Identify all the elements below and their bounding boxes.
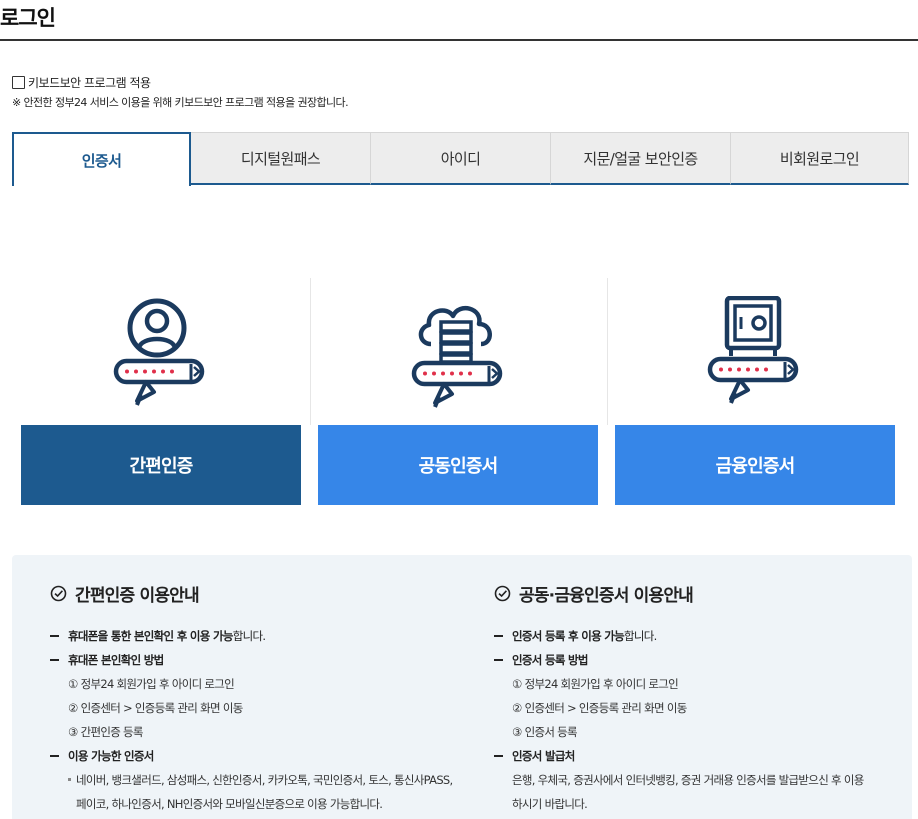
guide-issuer-text-cont: 하시기 바랍니다. [512, 797, 588, 811]
keyboard-security-notice: ※ 안전한 정부24 서비스 이용을 위해 키보드보안 프로그램 적용을 권장합… [12, 96, 349, 109]
guide-item: 인증서 등록 방법 [494, 648, 914, 672]
tab-certificate[interactable]: 인증서 [12, 132, 191, 186]
tab-biometric[interactable]: 지문/얼굴 보안인증 [551, 132, 731, 185]
login-method-tabs: 인증서 디지털원패스 아이디 지문/얼굴 보안인증 비회원로그인 [12, 132, 909, 186]
simple-auth-button[interactable]: 간편인증 [21, 425, 301, 505]
guide-item: 휴대폰을 통한 본인확인 후 이용 가능합니다. [50, 624, 470, 648]
certificate-guide: 공동·금융인증서 이용안내 인증서 등록 후 이용 가능합니다. 인증서 등록 … [494, 581, 914, 816]
keyboard-security-label: 키보드보안 프로그램 적용 [28, 76, 151, 90]
guide-issuer-text: 은행, 우체국, 증권사에서 인터넷뱅킹, 증권 거래용 인증서를 발급받으신 … [512, 773, 864, 787]
guide-item: 이용 가능한 인증서 [50, 744, 470, 768]
guide-step: ① 정부24 회원가입 후 아이디 로그인 [512, 677, 679, 691]
dash-marker [494, 635, 503, 637]
bullet-marker [68, 778, 71, 781]
guide-step: ③ 간편인증 등록 [68, 725, 144, 739]
financial-certificate-button[interactable]: 금융인증서 [615, 425, 895, 505]
guide-step: ② 인증센터 > 인증등록 관리 화면 이동 [68, 701, 243, 715]
tab-id[interactable]: 아이디 [371, 132, 551, 185]
guide-cert-list: 네이버, 뱅크샐러드, 삼성패스, 신한인증서, 카카오톡, 국민인증서, 토스… [50, 768, 470, 792]
title-divider [0, 39, 918, 41]
guide-step: ② 인증센터 > 인증등록 관리 화면 이동 [512, 701, 687, 715]
usage-guide-panel: 간편인증 이용안내 휴대폰을 통한 본인확인 후 이용 가능합니다. 휴대폰 본… [12, 555, 912, 819]
card-divider [607, 278, 608, 425]
safe-icon [707, 296, 799, 404]
tab-digital-onepass[interactable]: 디지털원패스 [191, 132, 371, 185]
simple-auth-guide: 간편인증 이용안내 휴대폰을 통한 본인확인 후 이용 가능합니다. 휴대폰 본… [50, 581, 470, 816]
card-divider [310, 278, 311, 425]
dash-marker [494, 755, 503, 757]
dash-marker [50, 755, 59, 757]
guide-step: ① 정부24 회원가입 후 아이디 로그인 [68, 677, 235, 691]
dash-marker [494, 659, 503, 661]
cloud-server-icon [411, 305, 503, 408]
joint-certificate-button[interactable]: 공동인증서 [318, 425, 598, 505]
guide-item: 휴대폰 본인확인 방법 [50, 648, 470, 672]
keyboard-security-option[interactable]: 키보드보안 프로그램 적용 [12, 74, 151, 91]
guide-title: 간편인증 이용안내 [75, 586, 200, 606]
check-circle-icon [50, 585, 67, 602]
guide-item: 인증서 등록 후 이용 가능합니다. [494, 624, 914, 648]
page-title: 로그인 [0, 6, 56, 30]
tab-non-member[interactable]: 비회원로그인 [731, 132, 909, 185]
guide-cert-list-cont: 페이코, 하나인증서, NH인증서와 모바일신분증으로 이용 가능합니다. [76, 797, 383, 811]
dash-marker [50, 635, 59, 637]
person-icon [113, 298, 205, 406]
guide-step: ③ 인증서 등록 [512, 725, 578, 739]
certificate-cards: 간편인증 공동인증서 금융인증서 [21, 278, 895, 505]
dash-marker [50, 659, 59, 661]
check-circle-icon [494, 585, 511, 602]
guide-item: 인증서 발급처 [494, 744, 914, 768]
keyboard-security-checkbox[interactable] [12, 76, 25, 89]
guide-title: 공동·금융인증서 이용안내 [519, 586, 694, 606]
